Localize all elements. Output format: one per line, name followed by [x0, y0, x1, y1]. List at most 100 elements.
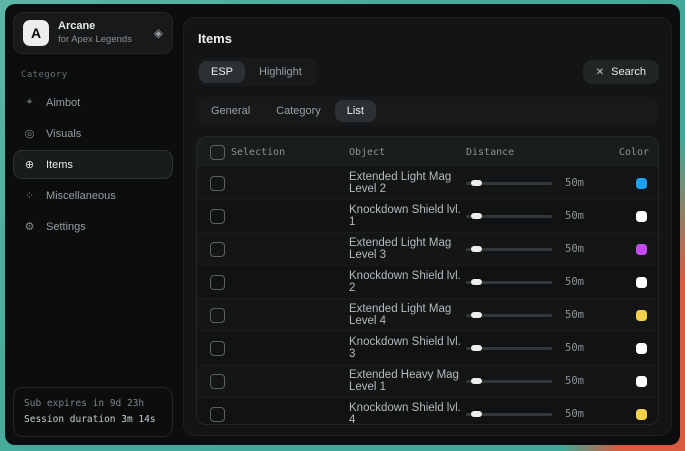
- esp-highlight-tabs: ESPHighlight: [196, 58, 317, 86]
- row-checkbox[interactable]: [210, 209, 225, 224]
- session-card: Sub expires in 9d 23h Session duration 3…: [13, 387, 173, 437]
- table-row: Knockdown Shield lvl. 150m: [197, 199, 658, 232]
- sidebar-item-settings[interactable]: ⚙ Settings: [13, 212, 173, 241]
- distance-slider[interactable]: [466, 314, 552, 317]
- subtab-category[interactable]: Category: [264, 100, 333, 122]
- sidebar-item-label: Settings: [46, 221, 86, 233]
- row-checkbox[interactable]: [210, 242, 225, 257]
- distance-slider[interactable]: [466, 215, 552, 218]
- app-logo: A: [23, 20, 49, 46]
- distance-slider[interactable]: [466, 347, 552, 350]
- header-distance: Distance: [466, 147, 618, 158]
- slider-thumb[interactable]: [471, 411, 482, 417]
- slider-thumb[interactable]: [471, 180, 482, 186]
- object-name: Knockdown Shield lvl. 2: [349, 270, 466, 294]
- search-button[interactable]: ✕ Search: [583, 60, 659, 84]
- table-row: Knockdown Shield lvl. 2 50m: [197, 265, 658, 298]
- table-header-row: Selection Object Distance Color: [197, 137, 658, 167]
- color-swatch[interactable]: [636, 211, 647, 222]
- sidebar-item-label: Miscellaneous: [46, 190, 116, 202]
- items-table: Selection Object Distance Color Extended…: [196, 136, 659, 425]
- color-swatch[interactable]: [636, 277, 647, 288]
- slider-thumb[interactable]: [471, 378, 482, 384]
- object-name: Knockdown Shield lvl. 4: [349, 402, 466, 425]
- table-row: Knockdown Shield lvl. 4 50m: [197, 397, 658, 425]
- header-selection: Selection: [231, 147, 349, 158]
- header-object: Object: [349, 147, 466, 158]
- main-panel: Items ESPHighlight ✕ Search GeneralCateg…: [183, 17, 672, 436]
- sidebar-nav: ⌖ Aimbot ◎ Visuals ⊕Items ⁘ Miscellaneous ⚙ Sett…: [13, 88, 173, 241]
- distance-value: 50m: [565, 408, 584, 420]
- sidebar-item-items[interactable]: ⊕Items: [13, 150, 173, 179]
- distance-slider[interactable]: [466, 248, 552, 251]
- toolbar: ESPHighlight ✕ Search: [196, 58, 659, 86]
- distance-value: 50m: [565, 276, 584, 288]
- object-name: Extended Heavy Mag Level 1: [349, 369, 466, 393]
- color-swatch[interactable]: [636, 376, 647, 387]
- subtab-general[interactable]: General: [199, 100, 262, 122]
- sidebar-item-miscellaneous[interactable]: ⁘ Miscellaneous: [13, 181, 173, 210]
- slider-thumb[interactable]: [471, 246, 482, 252]
- slider-thumb[interactable]: [471, 345, 482, 351]
- object-name: Extended Light Mag Level 4: [349, 303, 466, 327]
- gear-icon: ⚙: [23, 220, 36, 233]
- sidebar-item-label: Aimbot: [46, 97, 80, 109]
- subtab-list[interactable]: List: [335, 100, 376, 122]
- app-window: A Arcane for Apex Legends ◈ Category ⌖ Ai…: [5, 4, 680, 445]
- row-checkbox[interactable]: [210, 308, 225, 323]
- pin-icon[interactable]: ◈: [154, 26, 163, 40]
- crosshair-icon: ⌖: [23, 96, 36, 109]
- slider-thumb[interactable]: [471, 312, 482, 318]
- page-title: Items: [198, 31, 659, 46]
- row-checkbox[interactable]: [210, 176, 225, 191]
- search-button-label: Search: [611, 66, 646, 78]
- distance-value: 50m: [565, 375, 584, 387]
- select-all-checkbox[interactable]: [210, 145, 225, 160]
- misc-icon: ⁘: [23, 189, 36, 202]
- distance-value: 50m: [565, 243, 584, 255]
- row-checkbox[interactable]: [210, 374, 225, 389]
- items-icon: ⊕: [23, 158, 36, 171]
- color-swatch[interactable]: [636, 178, 647, 189]
- sidebar-item-aimbot[interactable]: ⌖ Aimbot: [13, 88, 173, 117]
- table-body: Extended Light Mag Level 250mKnockdown S…: [197, 167, 658, 425]
- row-checkbox[interactable]: [210, 407, 225, 422]
- header-color: Color: [618, 147, 658, 158]
- search-icon: ✕: [596, 67, 604, 78]
- object-name: Extended Light Mag Level 2: [349, 171, 466, 195]
- table-row: Extended Light Mag Level 4 50m: [197, 298, 658, 331]
- slider-thumb[interactable]: [471, 213, 482, 219]
- app-name: Arcane: [58, 20, 145, 34]
- table-row: Knockdown Shield lvl. 3 50m: [197, 331, 658, 364]
- sidebar: A Arcane for Apex Legends ◈ Category ⌖ Ai…: [5, 4, 181, 445]
- table-row: Extended Light Mag Level 3 50m: [197, 232, 658, 265]
- slider-thumb[interactable]: [471, 279, 482, 285]
- sidebar-item-visuals[interactable]: ◎ Visuals: [13, 119, 173, 148]
- sidebar-item-label: Visuals: [46, 128, 81, 140]
- distance-slider[interactable]: [466, 281, 552, 284]
- distance-slider[interactable]: [466, 413, 552, 416]
- view-subtabs: GeneralCategoryList: [196, 97, 659, 125]
- row-checkbox[interactable]: [210, 275, 225, 290]
- distance-value: 50m: [565, 309, 584, 321]
- object-name: Knockdown Shield lvl. 3: [349, 336, 466, 360]
- color-swatch[interactable]: [636, 409, 647, 420]
- app-subtitle: for Apex Legends: [58, 34, 145, 46]
- object-name: Knockdown Shield lvl. 1: [349, 204, 466, 228]
- table-row: Extended Light Mag Level 250m: [197, 167, 658, 199]
- sub-expires-text: Sub expires in 9d 23h: [24, 396, 162, 412]
- distance-slider[interactable]: [466, 182, 552, 185]
- color-swatch[interactable]: [636, 244, 647, 255]
- visuals-icon: ◎: [23, 127, 36, 140]
- color-swatch[interactable]: [636, 310, 647, 321]
- color-swatch[interactable]: [636, 343, 647, 354]
- distance-slider[interactable]: [466, 380, 552, 383]
- tab-highlight[interactable]: Highlight: [247, 61, 314, 83]
- category-label: Category: [21, 70, 173, 80]
- app-logo-card: A Arcane for Apex Legends ◈: [13, 12, 173, 54]
- row-checkbox[interactable]: [210, 341, 225, 356]
- session-duration-text: Session duration 3m 14s: [24, 412, 162, 428]
- distance-value: 50m: [565, 342, 584, 354]
- object-name: Extended Light Mag Level 3: [349, 237, 466, 261]
- tab-esp[interactable]: ESP: [199, 61, 245, 83]
